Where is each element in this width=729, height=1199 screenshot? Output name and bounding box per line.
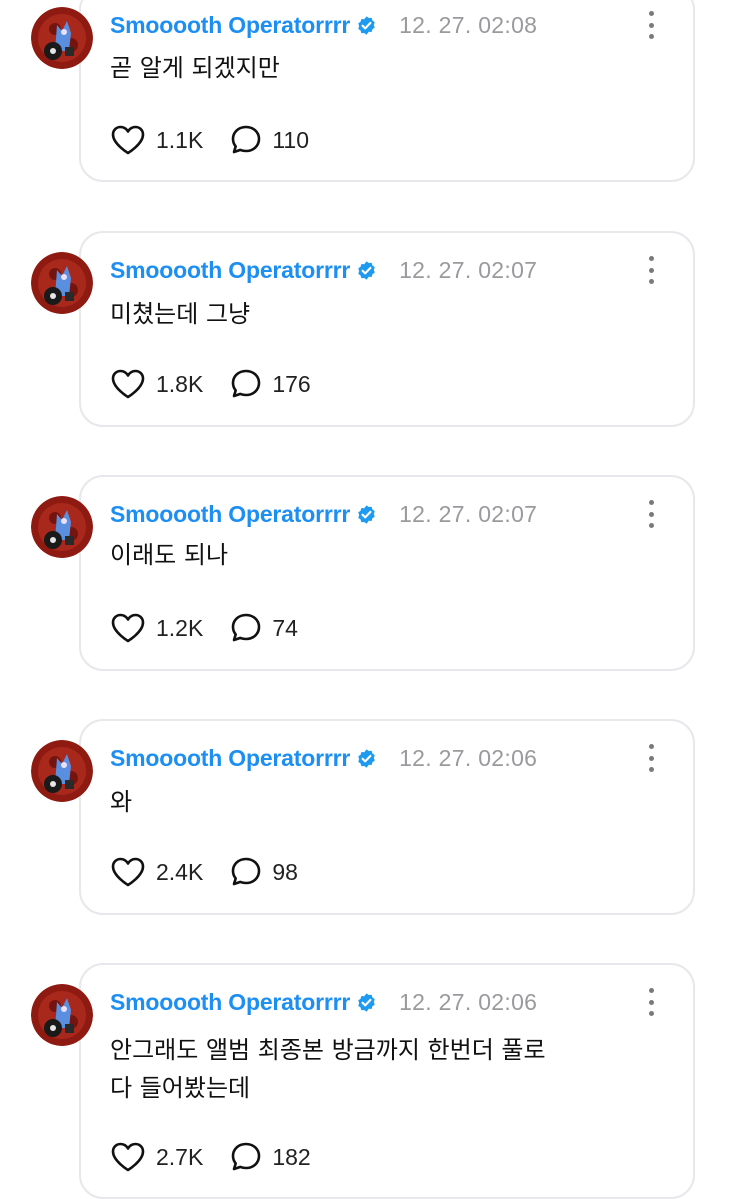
like-button[interactable]: 1.2K xyxy=(110,612,203,644)
post-header: Smooooth Operatorrrr 12. 27. 02:06 xyxy=(110,987,537,1017)
comment-button[interactable]: 176 xyxy=(230,368,311,400)
post-item: Smooooth Operatorrrr 12. 27. 02:08 곧 알게 … xyxy=(0,0,729,182)
post-item: Smooooth Operatorrrr 12. 27. 02:06 안그래도 … xyxy=(0,963,729,1199)
timestamp: 12. 27. 02:08 xyxy=(399,11,538,38)
verified-badge-icon xyxy=(358,748,375,768)
post-text: 곧 알게 되겠지만 xyxy=(110,54,280,82)
comment-count: 182 xyxy=(272,1143,311,1170)
author-name[interactable]: Smooooth Operatorrrr xyxy=(110,989,350,1016)
more-options-button[interactable] xyxy=(643,500,659,528)
timestamp: 12. 27. 02:07 xyxy=(399,500,538,527)
author-name[interactable]: Smooooth Operatorrrr xyxy=(110,745,350,772)
post-text: 미쳤는데 그냥 xyxy=(110,300,251,328)
heart-icon xyxy=(111,125,145,155)
post-actions: 1.8K 176 xyxy=(110,366,311,402)
verified-badge-icon xyxy=(358,504,375,524)
avatar[interactable] xyxy=(31,740,93,802)
post-text: 안그래도 앨범 최종본 방금까지 한번더 풀로 다 들어봤는데 xyxy=(110,1036,546,1102)
like-count: 2.4K xyxy=(156,858,204,885)
comment-button[interactable]: 110 xyxy=(230,124,309,156)
comment-count: 176 xyxy=(272,370,311,397)
avatar[interactable] xyxy=(31,984,93,1046)
avatar[interactable] xyxy=(31,252,93,314)
more-options-button[interactable] xyxy=(643,256,659,284)
like-count: 2.7K xyxy=(156,1143,204,1170)
post-header: Smooooth Operatorrrr 12. 27. 02:07 xyxy=(110,255,537,285)
post-header: Smooooth Operatorrrr 12. 27. 02:08 xyxy=(110,10,537,40)
post-actions: 1.2K 74 xyxy=(110,610,298,646)
like-count: 1.1K xyxy=(156,126,204,153)
post-text: 와 xyxy=(110,788,133,816)
post-item: Smooooth Operatorrrr 12. 27. 02:07 미쳤는데 … xyxy=(0,231,729,427)
verified-badge-icon xyxy=(358,260,375,280)
verified-badge-icon xyxy=(358,15,375,35)
heart-icon xyxy=(111,1142,145,1172)
post-text: 이래도 되나 xyxy=(110,541,229,569)
post-item: Smooooth Operatorrrr 12. 27. 02:07 이래도 되… xyxy=(0,475,729,671)
like-button[interactable]: 2.4K xyxy=(110,856,203,888)
speech-bubble-icon xyxy=(232,125,261,154)
speech-bubble-icon xyxy=(232,613,261,642)
comment-button[interactable]: 182 xyxy=(230,1141,311,1173)
post-actions: 2.4K 98 xyxy=(110,854,298,890)
more-options-button[interactable] xyxy=(643,988,659,1016)
like-count: 1.8K xyxy=(156,370,204,397)
author-name[interactable]: Smooooth Operatorrrr xyxy=(110,257,350,284)
verified-badge-icon xyxy=(358,992,375,1012)
avatar[interactable] xyxy=(31,7,93,69)
post-header: Smooooth Operatorrrr 12. 27. 02:07 xyxy=(110,499,537,529)
post-actions: 2.7K 182 xyxy=(110,1139,311,1175)
heart-icon xyxy=(111,857,145,887)
comment-button[interactable]: 98 xyxy=(230,856,298,888)
timestamp: 12. 27. 02:07 xyxy=(399,256,538,283)
avatar[interactable] xyxy=(31,496,93,558)
speech-bubble-icon xyxy=(232,369,261,398)
heart-icon xyxy=(111,369,145,399)
comment-count: 98 xyxy=(272,858,298,885)
speech-bubble-icon xyxy=(232,857,261,886)
like-button[interactable]: 2.7K xyxy=(110,1141,203,1173)
comment-count: 110 xyxy=(272,126,309,153)
post-header: Smooooth Operatorrrr 12. 27. 02:06 xyxy=(110,743,537,773)
post-actions: 1.1K 110 xyxy=(110,122,309,158)
timestamp: 12. 27. 02:06 xyxy=(399,988,538,1015)
comment-button[interactable]: 74 xyxy=(230,612,298,644)
like-button[interactable]: 1.8K xyxy=(110,368,203,400)
author-name[interactable]: Smooooth Operatorrrr xyxy=(110,501,350,528)
like-count: 1.2K xyxy=(156,614,204,641)
comment-count: 74 xyxy=(272,614,298,641)
heart-icon xyxy=(111,613,145,643)
post-item: Smooooth Operatorrrr 12. 27. 02:06 와 2.4… xyxy=(0,719,729,915)
like-button[interactable]: 1.1K xyxy=(110,124,203,156)
speech-bubble-icon xyxy=(232,1142,261,1171)
author-name[interactable]: Smooooth Operatorrrr xyxy=(110,12,350,39)
timestamp: 12. 27. 02:06 xyxy=(399,744,538,771)
more-options-button[interactable] xyxy=(643,744,659,772)
more-options-button[interactable] xyxy=(643,11,659,39)
